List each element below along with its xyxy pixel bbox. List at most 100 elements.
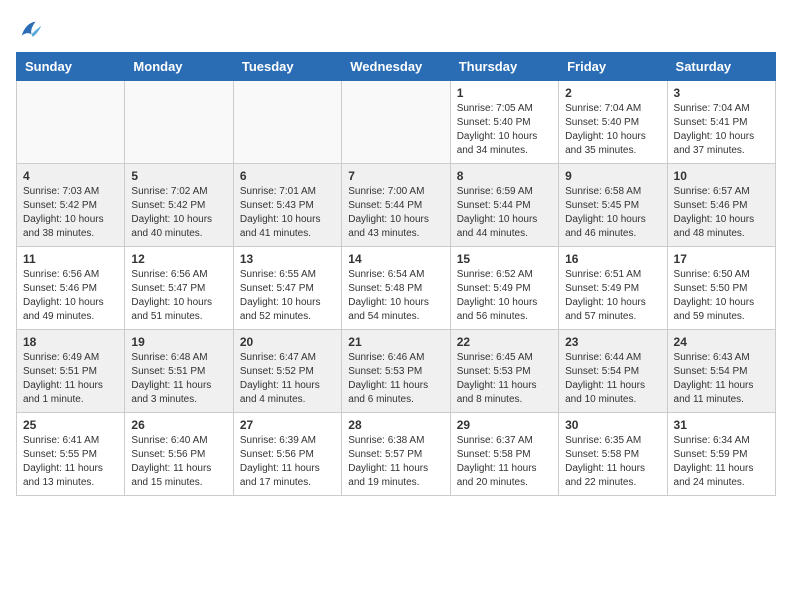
day-number: 21 — [348, 335, 443, 349]
calendar-day-cell — [17, 81, 125, 164]
calendar-day-cell: 12 Sunrise: 6:56 AMSunset: 5:47 PMDayligh… — [125, 247, 233, 330]
calendar-week-row-2: 4Sunrise: 7:03 AMSunset: 5:42 PMDaylight… — [17, 164, 776, 247]
weekday-header-tuesday: Tuesday — [233, 53, 341, 81]
day-info: Sunrise: 6:44 AMSunset: 5:54 PMDaylight:… — [565, 351, 660, 407]
day-info: Sunrise: 6:35 AMSunset: 5:58 PMDaylight:… — [565, 434, 660, 490]
calendar-day-cell: 15 Sunrise: 6:52 AMSunset: 5:49 PMDayligh… — [450, 247, 558, 330]
day-number: 29 — [457, 418, 552, 432]
day-number: 7 — [348, 169, 443, 183]
calendar-day-cell: 19 Sunrise: 6:48 AMSunset: 5:51 PMDayligh… — [125, 330, 233, 413]
calendar-day-cell: 17 Sunrise: 6:50 AMSunset: 5:50 PMDayligh… — [667, 247, 775, 330]
logo — [16, 16, 48, 44]
calendar-day-cell — [233, 81, 341, 164]
day-info: Sunrise: 6:58 AMSunset: 5:45 PMDaylight:… — [565, 185, 660, 241]
day-info: Sunrise: 6:54 AMSunset: 5:48 PMDaylight:… — [348, 268, 443, 324]
calendar-day-cell: 18 Sunrise: 6:49 AMSunset: 5:51 PMDayligh… — [17, 330, 125, 413]
day-number: 11 — [23, 252, 118, 266]
day-info: Sunrise: 7:04 AMSunset: 5:40 PMDaylight:… — [565, 102, 660, 158]
day-number: 13 — [240, 252, 335, 266]
day-number: 24 — [674, 335, 769, 349]
calendar-day-cell: 31 Sunrise: 6:34 AMSunset: 5:59 PMDayligh… — [667, 413, 775, 496]
calendar-day-cell: 3Sunrise: 7:04 AMSunset: 5:41 PMDaylight… — [667, 81, 775, 164]
day-info: Sunrise: 6:57 AMSunset: 5:46 PMDaylight:… — [674, 185, 769, 241]
day-number: 27 — [240, 418, 335, 432]
day-info: Sunrise: 6:50 AMSunset: 5:50 PMDaylight:… — [674, 268, 769, 324]
day-number: 14 — [348, 252, 443, 266]
day-number: 5 — [131, 169, 226, 183]
day-number: 30 — [565, 418, 660, 432]
day-number: 6 — [240, 169, 335, 183]
day-number: 18 — [23, 335, 118, 349]
calendar-day-cell: 1 Sunrise: 7:05 AMSunset: 5:40 PMDaylight… — [450, 81, 558, 164]
calendar-day-cell: 26 Sunrise: 6:40 AMSunset: 5:56 PMDayligh… — [125, 413, 233, 496]
day-info: Sunrise: 6:52 AMSunset: 5:49 PMDaylight:… — [457, 268, 552, 324]
day-info: Sunrise: 6:55 AMSunset: 5:47 PMDaylight:… — [240, 268, 335, 324]
weekday-header-friday: Friday — [559, 53, 667, 81]
page-header — [16, 16, 776, 44]
day-number: 2 — [565, 86, 660, 100]
calendar-day-cell: 29Sunrise: 6:37 AMSunset: 5:58 PMDayligh… — [450, 413, 558, 496]
day-info: Sunrise: 6:56 AMSunset: 5:47 PMDaylight:… — [131, 268, 226, 324]
day-number: 3 — [674, 86, 769, 100]
calendar-day-cell: 25 Sunrise: 6:41 AMSunset: 5:55 PMDayligh… — [17, 413, 125, 496]
day-info: Sunrise: 6:56 AMSunset: 5:46 PMDaylight:… — [23, 268, 118, 324]
day-info: Sunrise: 6:47 AMSunset: 5:52 PMDaylight:… — [240, 351, 335, 407]
weekday-header-saturday: Saturday — [667, 53, 775, 81]
day-number: 31 — [674, 418, 769, 432]
calendar-day-cell: 24 Sunrise: 6:43 AMSunset: 5:54 PMDayligh… — [667, 330, 775, 413]
calendar-day-cell: 14 Sunrise: 6:54 AMSunset: 5:48 PMDayligh… — [342, 247, 450, 330]
day-number: 4 — [23, 169, 118, 183]
calendar-day-cell: 4Sunrise: 7:03 AMSunset: 5:42 PMDaylight… — [17, 164, 125, 247]
calendar-week-row-4: 18 Sunrise: 6:49 AMSunset: 5:51 PMDayligh… — [17, 330, 776, 413]
day-info: Sunrise: 6:45 AMSunset: 5:53 PMDaylight:… — [457, 351, 552, 407]
calendar-day-cell: 20 Sunrise: 6:47 AMSunset: 5:52 PMDayligh… — [233, 330, 341, 413]
day-number: 9 — [565, 169, 660, 183]
day-info: Sunrise: 6:38 AMSunset: 5:57 PMDaylight:… — [348, 434, 443, 490]
calendar-day-cell: 21 Sunrise: 6:46 AMSunset: 5:53 PMDayligh… — [342, 330, 450, 413]
day-number: 19 — [131, 335, 226, 349]
day-info: Sunrise: 6:46 AMSunset: 5:53 PMDaylight:… — [348, 351, 443, 407]
day-info: Sunrise: 7:05 AMSunset: 5:40 PMDaylight:… — [457, 102, 552, 158]
calendar-day-cell: 16Sunrise: 6:51 AMSunset: 5:49 PMDayligh… — [559, 247, 667, 330]
calendar-day-cell: 7Sunrise: 7:00 AMSunset: 5:44 PMDaylight… — [342, 164, 450, 247]
day-number: 26 — [131, 418, 226, 432]
day-info: Sunrise: 6:40 AMSunset: 5:56 PMDaylight:… — [131, 434, 226, 490]
day-number: 8 — [457, 169, 552, 183]
day-info: Sunrise: 6:49 AMSunset: 5:51 PMDaylight:… — [23, 351, 118, 407]
day-number: 12 — [131, 252, 226, 266]
day-number: 28 — [348, 418, 443, 432]
calendar-day-cell: 27Sunrise: 6:39 AMSunset: 5:56 PMDayligh… — [233, 413, 341, 496]
day-info: Sunrise: 7:02 AMSunset: 5:42 PMDaylight:… — [131, 185, 226, 241]
day-info: Sunrise: 6:51 AMSunset: 5:49 PMDaylight:… — [565, 268, 660, 324]
calendar-day-cell — [125, 81, 233, 164]
calendar-day-cell — [342, 81, 450, 164]
day-info: Sunrise: 6:59 AMSunset: 5:44 PMDaylight:… — [457, 185, 552, 241]
calendar-day-cell: 8 Sunrise: 6:59 AMSunset: 5:44 PMDaylight… — [450, 164, 558, 247]
calendar-day-cell: 23 Sunrise: 6:44 AMSunset: 5:54 PMDayligh… — [559, 330, 667, 413]
calendar-week-row-5: 25 Sunrise: 6:41 AMSunset: 5:55 PMDayligh… — [17, 413, 776, 496]
day-number: 25 — [23, 418, 118, 432]
calendar-day-cell: 5 Sunrise: 7:02 AMSunset: 5:42 PMDaylight… — [125, 164, 233, 247]
day-number: 1 — [457, 86, 552, 100]
day-number: 15 — [457, 252, 552, 266]
day-info: Sunrise: 6:48 AMSunset: 5:51 PMDaylight:… — [131, 351, 226, 407]
calendar-day-cell: 9 Sunrise: 6:58 AMSunset: 5:45 PMDaylight… — [559, 164, 667, 247]
day-info: Sunrise: 7:01 AMSunset: 5:43 PMDaylight:… — [240, 185, 335, 241]
calendar-day-cell: 10Sunrise: 6:57 AMSunset: 5:46 PMDayligh… — [667, 164, 775, 247]
day-info: Sunrise: 6:41 AMSunset: 5:55 PMDaylight:… — [23, 434, 118, 490]
day-number: 17 — [674, 252, 769, 266]
day-info: Sunrise: 6:34 AMSunset: 5:59 PMDaylight:… — [674, 434, 769, 490]
weekday-header-row: SundayMondayTuesdayWednesdayThursdayFrid… — [17, 53, 776, 81]
weekday-header-wednesday: Wednesday — [342, 53, 450, 81]
day-number: 23 — [565, 335, 660, 349]
weekday-header-monday: Monday — [125, 53, 233, 81]
day-number: 22 — [457, 335, 552, 349]
calendar-table: SundayMondayTuesdayWednesdayThursdayFrid… — [16, 52, 776, 496]
calendar-day-cell: 22 Sunrise: 6:45 AMSunset: 5:53 PMDayligh… — [450, 330, 558, 413]
calendar-day-cell: 2 Sunrise: 7:04 AMSunset: 5:40 PMDaylight… — [559, 81, 667, 164]
day-info: Sunrise: 6:43 AMSunset: 5:54 PMDaylight:… — [674, 351, 769, 407]
weekday-header-thursday: Thursday — [450, 53, 558, 81]
day-number: 20 — [240, 335, 335, 349]
calendar-day-cell: 30 Sunrise: 6:35 AMSunset: 5:58 PMDayligh… — [559, 413, 667, 496]
calendar-day-cell: 11 Sunrise: 6:56 AMSunset: 5:46 PMDayligh… — [17, 247, 125, 330]
